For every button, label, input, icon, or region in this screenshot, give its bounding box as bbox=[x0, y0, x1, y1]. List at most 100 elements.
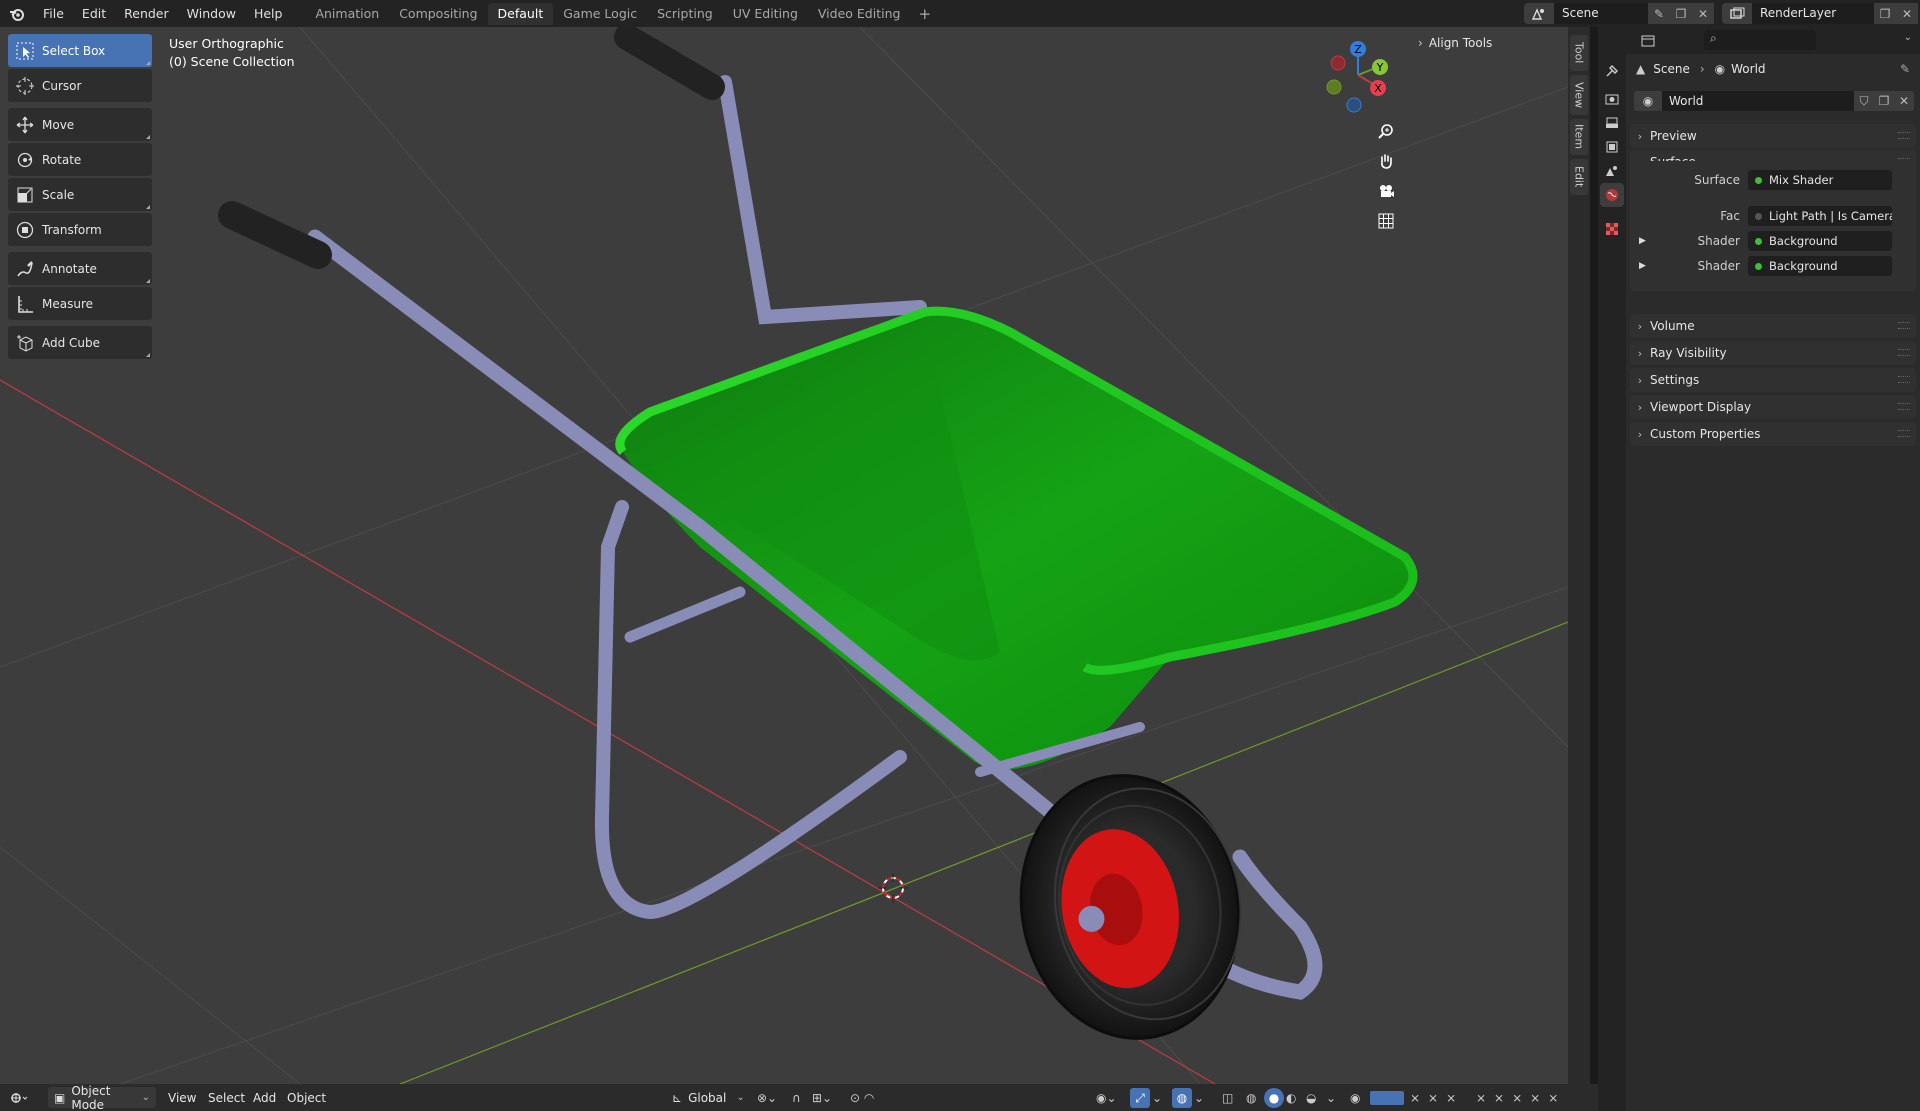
rendered-shading-icon[interactable]: ◒ bbox=[1306, 1084, 1316, 1111]
grid-ortho-icon[interactable] bbox=[1373, 208, 1399, 234]
tool-scale[interactable]: Scale bbox=[8, 178, 152, 211]
close-icon[interactable]: ✕ bbox=[1692, 3, 1714, 24]
expand-triangle-icon[interactable]: ▶ bbox=[1639, 261, 1646, 271]
tool-rotate[interactable]: Rotate bbox=[8, 143, 152, 176]
menu-add[interactable]: Add bbox=[253, 1084, 276, 1111]
tab-compositing[interactable]: Compositing bbox=[389, 3, 487, 25]
menu-view[interactable]: View bbox=[168, 1084, 196, 1111]
output-properties-icon[interactable] bbox=[1600, 111, 1624, 135]
panel-ray-visibility[interactable]: › Ray Visibility bbox=[1630, 341, 1916, 365]
proportional-editing-icon[interactable]: ⊙ ◠ bbox=[850, 1084, 874, 1111]
tool-select-box[interactable]: Select Box bbox=[8, 34, 152, 67]
fac-input-field[interactable]: Light Path | Is Camera ... bbox=[1748, 206, 1892, 226]
fake-user-shield-icon[interactable]: ⛉ bbox=[1854, 91, 1874, 111]
render-properties-icon[interactable] bbox=[1600, 87, 1624, 111]
overlays-toggle-icon[interactable]: ◍ bbox=[1172, 1088, 1192, 1108]
drag-handle-icon[interactable] bbox=[1898, 403, 1910, 410]
world-browse-icon[interactable]: ◉ bbox=[1634, 91, 1662, 111]
visibility-icon[interactable]: ◉⌄ bbox=[1096, 1084, 1117, 1111]
drag-handle-icon[interactable] bbox=[1898, 132, 1910, 139]
shader-1-field[interactable]: Background bbox=[1748, 231, 1892, 251]
surface-shader-field[interactable]: Mix Shader bbox=[1748, 170, 1892, 190]
wireframe-shading-icon[interactable]: ◍ bbox=[1246, 1084, 1256, 1111]
tool-annotate[interactable]: Annotate bbox=[8, 252, 152, 285]
tab-tool[interactable]: Tool bbox=[1570, 35, 1588, 71]
snap-target-icon[interactable]: ⊞⌄ bbox=[812, 1084, 832, 1111]
panel-custom-properties[interactable]: › Custom Properties bbox=[1630, 422, 1916, 446]
close-icon[interactable]: ✕ bbox=[1896, 3, 1918, 24]
drag-handle-icon[interactable] bbox=[1898, 430, 1910, 437]
pan-hand-icon[interactable] bbox=[1373, 148, 1399, 174]
tab-item[interactable]: Item bbox=[1570, 119, 1588, 155]
tab-game-logic[interactable]: Game Logic bbox=[553, 3, 647, 25]
menu-object[interactable]: Object bbox=[287, 1084, 326, 1111]
view-layer-icon[interactable] bbox=[1600, 135, 1624, 159]
tool-add-cube[interactable]: Add Cube bbox=[8, 326, 152, 359]
scene-icon[interactable] bbox=[1524, 3, 1554, 24]
drag-handle-icon[interactable] bbox=[1898, 376, 1910, 383]
tab-edit[interactable]: Edit bbox=[1570, 159, 1588, 195]
eye-icon[interactable]: ◉ bbox=[1350, 1084, 1360, 1111]
pin-icon[interactable]: ✎ bbox=[1900, 62, 1910, 76]
shading-dropdown-icon[interactable]: ⌄ bbox=[1326, 1084, 1336, 1111]
align-tools-panel[interactable]: › Align Tools bbox=[1418, 33, 1560, 53]
render-layer-name[interactable]: RenderLayer bbox=[1752, 3, 1874, 24]
render-layer-icon[interactable] bbox=[1722, 3, 1752, 24]
shader-2-field[interactable]: Background bbox=[1748, 256, 1892, 276]
camera-icon[interactable] bbox=[1373, 178, 1399, 204]
panel-preview[interactable]: › Preview bbox=[1630, 124, 1916, 148]
add-workspace-button[interactable]: + bbox=[910, 5, 939, 23]
xray-toggle-icon[interactable]: ◫ bbox=[1222, 1084, 1233, 1111]
world-name-field[interactable]: World bbox=[1662, 91, 1854, 111]
texture-properties-icon[interactable] bbox=[1600, 217, 1624, 241]
scene-properties-icon[interactable] bbox=[1600, 159, 1624, 183]
drag-handle-icon[interactable] bbox=[1898, 322, 1910, 329]
tool-settings-icon[interactable] bbox=[1600, 59, 1624, 83]
editor-type-icon[interactable] bbox=[1634, 31, 1662, 50]
overlays-dropdown-icon[interactable]: ⌄ bbox=[1194, 1084, 1204, 1111]
unlink-icon[interactable]: ✕ bbox=[1894, 91, 1914, 111]
duplicate-world-icon[interactable]: ❐ bbox=[1874, 91, 1894, 111]
tool-cursor[interactable]: Cursor bbox=[8, 69, 152, 102]
world-properties-icon[interactable] bbox=[1600, 183, 1624, 207]
tab-default[interactable]: Default bbox=[487, 2, 554, 25]
transform-orientation-dropdown[interactable]: ⊾ Global ⌄ bbox=[672, 1084, 745, 1111]
3d-viewport[interactable]: User Orthographic (0) Scene Collection S… bbox=[0, 27, 1568, 1084]
duplicate-layer-icon[interactable]: ❐ bbox=[1874, 3, 1896, 24]
tab-animation[interactable]: Animation bbox=[305, 3, 389, 25]
menu-select[interactable]: Select bbox=[208, 1084, 245, 1111]
tab-scripting[interactable]: Scripting bbox=[647, 3, 723, 25]
menu-edit[interactable]: Edit bbox=[73, 0, 115, 27]
tool-move[interactable]: Move bbox=[8, 108, 152, 141]
selectability-toggle[interactable] bbox=[1370, 1091, 1404, 1105]
snap-icon[interactable]: ∩ bbox=[792, 1084, 801, 1111]
expand-triangle-icon[interactable]: ▶ bbox=[1639, 236, 1646, 246]
menu-window[interactable]: Window bbox=[178, 0, 245, 27]
panel-settings[interactable]: › Settings bbox=[1630, 368, 1916, 392]
object-type-filter-icons[interactable]: ⨯⨯⨯ ⨯⨯⨯⨯⨯ bbox=[1410, 1084, 1566, 1111]
editor-type-button[interactable] bbox=[10, 1084, 28, 1111]
blender-logo-icon[interactable] bbox=[0, 0, 34, 27]
tool-transform[interactable]: Transform bbox=[8, 213, 152, 246]
duplicate-scene-icon[interactable]: ❐ bbox=[1670, 3, 1692, 24]
menu-help[interactable]: Help bbox=[245, 0, 292, 27]
navigation-gizmo[interactable]: Z Y X bbox=[1320, 35, 1390, 115]
solid-shading-icon[interactable]: ● bbox=[1264, 1088, 1284, 1108]
menu-render[interactable]: Render bbox=[115, 0, 178, 27]
tab-uv-editing[interactable]: UV Editing bbox=[723, 3, 808, 25]
chevron-down-icon[interactable]: ⌄ bbox=[1904, 32, 1912, 43]
render-layer-selector[interactable]: RenderLayer ❐ ✕ bbox=[1722, 3, 1918, 24]
gizmo-dropdown-icon[interactable]: ⌄ bbox=[1152, 1084, 1162, 1111]
tool-measure[interactable]: Measure bbox=[8, 287, 152, 320]
zoom-icon[interactable] bbox=[1373, 118, 1399, 144]
area-divider[interactable] bbox=[1590, 27, 1598, 1084]
panel-viewport-display[interactable]: › Viewport Display bbox=[1630, 395, 1916, 419]
scene-selector[interactable]: Scene ✎ ❐ ✕ bbox=[1524, 3, 1714, 24]
material-preview-icon[interactable]: ◐ bbox=[1286, 1084, 1296, 1111]
tab-video-editing[interactable]: Video Editing bbox=[808, 3, 911, 25]
menu-file[interactable]: File bbox=[34, 0, 73, 27]
tab-view[interactable]: View bbox=[1570, 75, 1588, 115]
drag-handle-icon[interactable] bbox=[1898, 349, 1910, 356]
gizmo-toggle-icon[interactable]: ⤢ bbox=[1130, 1088, 1150, 1108]
scene-name[interactable]: Scene bbox=[1554, 3, 1648, 24]
